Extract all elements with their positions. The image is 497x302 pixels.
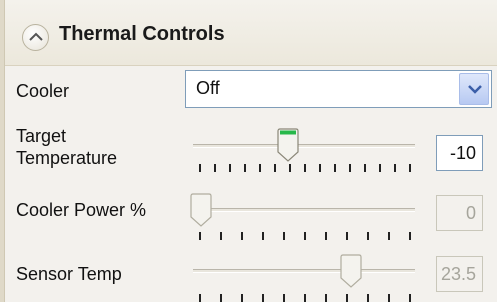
target-temperature-slider-thumb[interactable] [276, 128, 299, 162]
cooler-power-ticks [193, 232, 415, 240]
cooler-power-input: 0 [436, 195, 483, 231]
sensor-temp-slider-thumb [340, 254, 362, 288]
target-temperature-label-line2: Temperature [16, 148, 118, 168]
sensor-temp-ticks [193, 294, 415, 302]
target-temperature-label-line1: Target [16, 126, 67, 146]
slider-tick [304, 164, 306, 172]
slider-tick [220, 232, 222, 240]
slider-tick [394, 164, 396, 172]
slider-tick [409, 164, 411, 172]
slider-tick [229, 164, 231, 172]
slider-tick [289, 164, 291, 172]
slider-tick [274, 164, 276, 172]
sensor-temp-input: 23.5 [436, 256, 483, 292]
target-temperature-slider-track[interactable] [193, 144, 415, 148]
target-temperature-ticks [193, 164, 415, 172]
slider-tick [214, 164, 216, 172]
slider-tick [259, 164, 261, 172]
slider-tick [199, 164, 201, 172]
slider-tick [364, 164, 366, 172]
cooler-power-label: Cooler Power % [16, 200, 147, 220]
section-header[interactable]: Thermal Controls [5, 0, 497, 66]
cooler-power-slider-track [193, 208, 415, 212]
slider-tick [199, 232, 201, 240]
section-title: Thermal Controls [59, 23, 225, 45]
slider-tick [241, 294, 243, 302]
cooler-power-slider-thumb [190, 193, 212, 227]
cooler-dropdown-value: Off [196, 78, 220, 98]
target-temperature-input[interactable]: -10 [436, 135, 483, 171]
slider-tick [262, 232, 264, 240]
slider-tick [346, 232, 348, 240]
slider-tick [325, 232, 327, 240]
chevron-up-icon [29, 32, 43, 41]
collapse-button[interactable] [22, 24, 49, 51]
slider-tick [304, 294, 306, 302]
slider-tick [388, 294, 390, 302]
slider-tick [244, 164, 246, 172]
slider-tick [409, 232, 411, 240]
slider-tick [262, 294, 264, 302]
slider-tick [349, 164, 351, 172]
slider-tick [379, 164, 381, 172]
thermal-controls-panel: Thermal Controls Cooler Off Target Tempe… [0, 0, 497, 302]
slider-tick [388, 232, 390, 240]
chevron-down-icon [468, 85, 482, 94]
slider-tick [334, 164, 336, 172]
slider-tick [367, 232, 369, 240]
cooler-label: Cooler [16, 81, 70, 101]
slider-tick [220, 294, 222, 302]
slider-tick [241, 232, 243, 240]
sensor-temp-slider-track [193, 269, 415, 273]
slider-tick [283, 232, 285, 240]
cooler-dropdown[interactable]: Off [185, 70, 492, 108]
slider-tick [346, 294, 348, 302]
slider-tick [319, 164, 321, 172]
slider-tick [304, 232, 306, 240]
slider-tick [283, 294, 285, 302]
sensor-temp-label: Sensor Temp [16, 264, 122, 284]
slider-tick [367, 294, 369, 302]
dropdown-button[interactable] [459, 73, 489, 105]
slider-tick [325, 294, 327, 302]
slider-tick [199, 294, 201, 302]
slider-tick [409, 294, 411, 302]
